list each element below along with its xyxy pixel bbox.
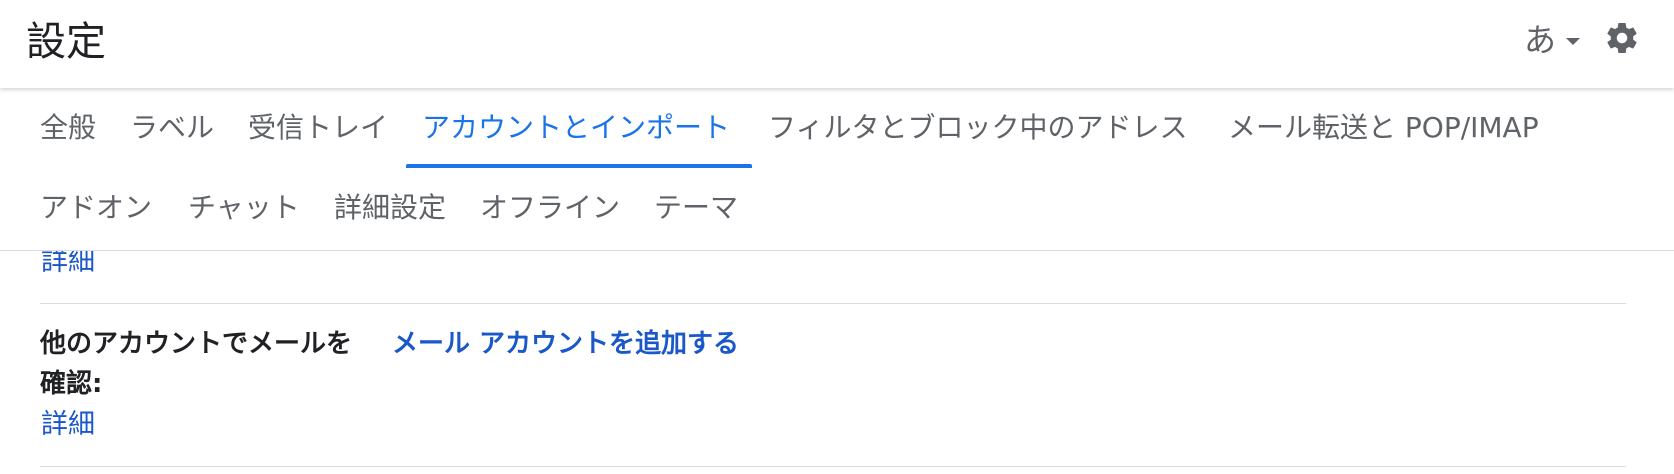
tab-general[interactable]: 全般	[40, 108, 96, 148]
input-method-label: あ	[1524, 21, 1557, 59]
tab-accounts-import[interactable]: アカウントとインポート	[422, 108, 730, 148]
tab-forwarding-pop-imap[interactable]: メール転送と POP/IMAP	[1228, 108, 1539, 148]
gear-icon[interactable]	[1604, 20, 1640, 56]
input-method-selector[interactable]: あ	[1524, 18, 1581, 62]
section-divider	[40, 303, 1626, 304]
check-mail-learn-more-link[interactable]: 詳細	[41, 407, 95, 443]
tab-offline[interactable]: オフライン	[480, 188, 620, 228]
active-tab-indicator	[406, 164, 752, 168]
add-mail-account-link[interactable]: メール アカウントを追加する	[392, 324, 739, 364]
page-title: 設定	[26, 19, 106, 65]
tab-addons[interactable]: アドオン	[40, 188, 152, 228]
section-divider	[40, 466, 1626, 467]
tab-labels[interactable]: ラベル	[130, 108, 214, 148]
tab-filters-blocked[interactable]: フィルタとブロック中のアドレス	[768, 108, 1187, 148]
settings-tabs: 全般 ラベル 受信トレイ アカウントとインポート フィルタとブロック中のアドレス…	[0, 88, 1674, 251]
settings-header: 設定 あ	[0, 0, 1674, 88]
check-mail-label-suffix: 確認:	[40, 369, 103, 399]
tab-advanced[interactable]: 詳細設定	[334, 188, 446, 228]
tab-chat[interactable]: チャット	[188, 188, 300, 228]
chevron-down-icon	[1566, 37, 1581, 45]
tab-inbox[interactable]: 受信トレイ	[248, 108, 388, 148]
tab-themes[interactable]: テーマ	[654, 188, 738, 228]
check-mail-label: 他のアカウントでメールを	[40, 329, 353, 359]
